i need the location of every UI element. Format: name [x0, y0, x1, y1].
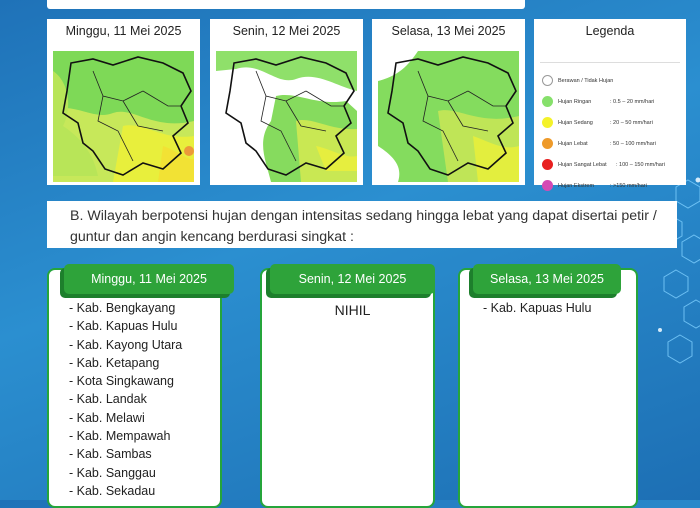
legend-swatch — [542, 75, 553, 86]
list-item: - Kab. Bengkayang — [69, 299, 182, 317]
hexagon-decoration — [640, 160, 700, 380]
list-item: - Kab. Sekadau — [69, 482, 182, 500]
map-card-senin: Senin, 12 Mei 2025 — [210, 19, 363, 185]
legend-range: : 100 – 150 mm/hari — [616, 162, 665, 168]
legend-label: Hujan Ringan — [558, 99, 591, 105]
list-item: - Kab. Kayong Utara — [69, 336, 182, 354]
legend-range: : 0.5 – 20 mm/hari — [610, 99, 654, 105]
region-header-selasa: Selasa, 13 Mei 2025 — [473, 264, 621, 294]
map-title: Minggu, 11 Mei 2025 — [47, 24, 200, 38]
legend-title: Legenda — [534, 24, 686, 38]
region-header-minggu: Minggu, 11 Mei 2025 — [64, 264, 234, 294]
legend-label: Hujan Lebat — [558, 141, 588, 147]
region-list-selasa: - Kab. Kapuas Hulu — [483, 299, 591, 317]
list-item: - Kab. Sanggau — [69, 464, 182, 482]
rainfall-map-image — [216, 51, 357, 182]
section-b-panel: B. Wilayah berpotensi hujan dengan inten… — [47, 201, 677, 248]
map-card-selasa: Selasa, 13 Mei 2025 — [372, 19, 525, 185]
list-item: - Kab. Ketapang — [69, 354, 182, 372]
map-card-minggu: Minggu, 11 Mei 2025 — [47, 19, 200, 185]
rainfall-map-image — [53, 51, 194, 182]
list-item: - Kab. Landak — [69, 390, 182, 408]
list-item: - Kab. Kapuas Hulu — [69, 317, 182, 335]
section-b-text: B. Wilayah berpotensi hujan dengan inten… — [70, 206, 667, 248]
list-item: - Kab. Mempawah — [69, 427, 182, 445]
map-title: Senin, 12 Mei 2025 — [210, 24, 363, 38]
legend-swatch — [542, 159, 553, 170]
list-item: - Kab. Sambas — [69, 445, 182, 463]
legend-label: Berawan / Tidak Hujan — [558, 78, 613, 84]
legend-divider — [540, 62, 680, 63]
legend-label: Hujan Ekstrem — [558, 183, 594, 189]
legend-label: Hujan Sangat Lebat — [558, 162, 607, 168]
list-item: - Kab. Melawi — [69, 409, 182, 427]
legend-range: : 50 – 100 mm/hari — [610, 141, 656, 147]
legend-range: : >150 mm/hari — [610, 183, 647, 189]
legend-swatch — [542, 180, 553, 191]
legend-label: Hujan Sedang — [558, 120, 593, 126]
list-item: - Kota Singkawang — [69, 372, 182, 390]
legend-card: Legenda Berawan / Tidak Hujan Hujan Ring… — [534, 19, 686, 185]
region-list-minggu: - Kab. Bengkayang - Kab. Kapuas Hulu - K… — [69, 299, 182, 500]
legend-swatch — [542, 96, 553, 107]
region-header-senin: Senin, 12 Mei 2025 — [270, 264, 435, 294]
legend-range: : 20 – 50 mm/hari — [610, 120, 653, 126]
legend-swatch — [542, 138, 553, 149]
list-item: - Kab. Kapuas Hulu — [483, 299, 591, 317]
map-title: Selasa, 13 Mei 2025 — [372, 24, 525, 38]
legend-swatch — [542, 117, 553, 128]
top-panel-edge — [47, 0, 525, 9]
nihil-label: NIHIL — [260, 302, 445, 318]
rainfall-map-image — [378, 51, 519, 182]
